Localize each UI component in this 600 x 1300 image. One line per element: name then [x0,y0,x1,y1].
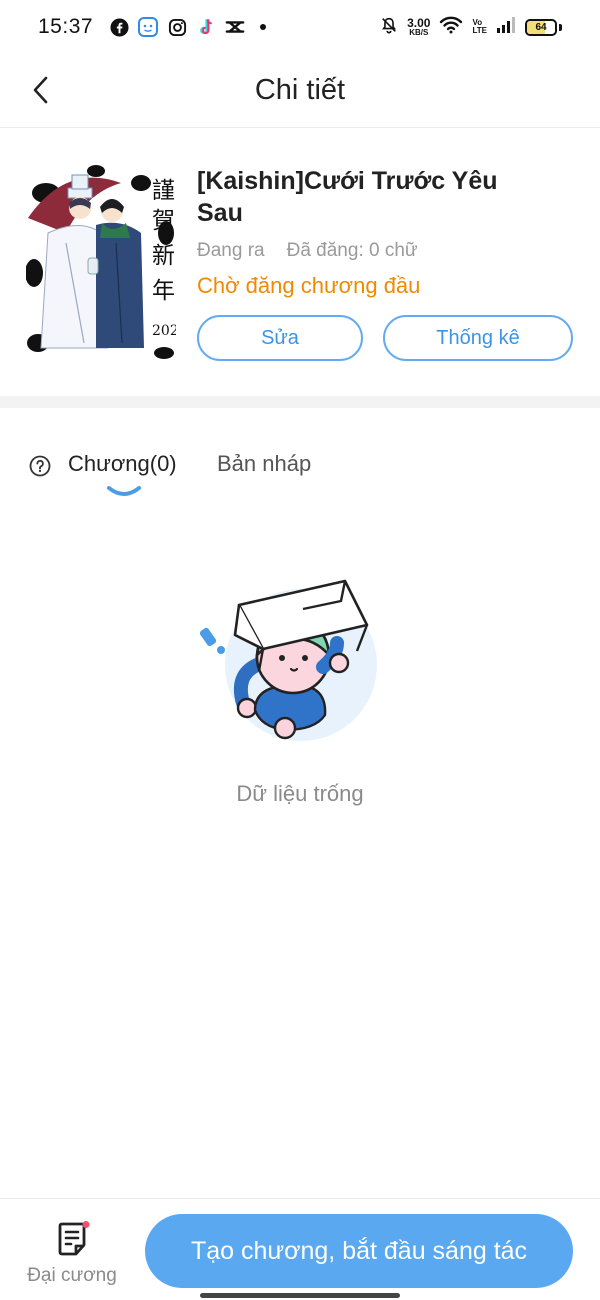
create-chapter-button[interactable]: Tạo chương, bắt đầu sáng tác [145,1214,573,1288]
tab-drafts[interactable]: Bản nháp [217,451,311,477]
wifi-icon [439,16,463,39]
help-icon[interactable] [29,455,51,477]
book-cover-image[interactable]: 謹 賀 新 年 202 [26,163,176,361]
book-card: 謹 賀 新 年 202 [Kaishin]Cưới Trước Yêu Sau … [0,128,600,396]
svg-text:202: 202 [152,323,176,339]
section-divider [0,396,600,408]
svg-text:年: 年 [152,278,175,304]
mute-bell-icon [380,16,398,39]
active-tab-indicator [106,484,142,498]
signal-icon [496,16,516,38]
book-status: Chờ đăng chương đầu [197,273,421,298]
volte-indicator: Vo LTE [472,18,487,35]
document-list-icon [56,1221,90,1257]
battery-icon: 64 [525,18,557,36]
battery-tip [559,23,562,31]
svg-text:新: 新 [152,243,175,269]
network-speed: 3.00 KB/S [407,16,431,37]
bottom-bar: Đại cương Tạo chương, bắt đầu sáng tác [0,1198,600,1300]
edit-button[interactable]: Sửa [197,315,363,361]
status-time: 15:37 [38,15,94,38]
empty-state-text: Dữ liệu trống [236,781,364,806]
svg-text:賀: 賀 [152,208,175,234]
capcut-icon [225,17,245,37]
outline-label: Đại cương [27,1265,117,1286]
status-bar: 15:37 3.00 KB/S Vo LTE 64 [0,0,600,54]
svg-text:謹: 謹 [152,178,175,204]
tab-chapters[interactable]: Chương(0) [68,451,177,477]
empty-state-illustration [195,575,395,750]
outline-button[interactable]: Đại cương [22,1217,122,1287]
book-title: [Kaishin]Cưới Trước Yêu Sau [197,167,498,227]
tab-bar: Chương(0) Bản nháp [0,440,600,500]
facebook-icon [109,17,129,37]
instagram-icon [167,17,187,37]
book-meta: Đang ra Đã đăng: 0 chữ [197,240,418,262]
book-word-count: Đã đăng: 0 chữ [286,240,418,261]
messenger-kids-icon [138,17,159,37]
status-app-icons [109,17,267,37]
page-title: Chi tiết [254,74,346,106]
statistics-button[interactable]: Thống kê [383,315,573,361]
home-indicator[interactable] [200,1293,400,1298]
tiktok-icon [196,17,216,37]
notification-dot [260,24,267,30]
book-state: Đang ra [197,240,265,261]
header: Chi tiết [0,54,600,128]
